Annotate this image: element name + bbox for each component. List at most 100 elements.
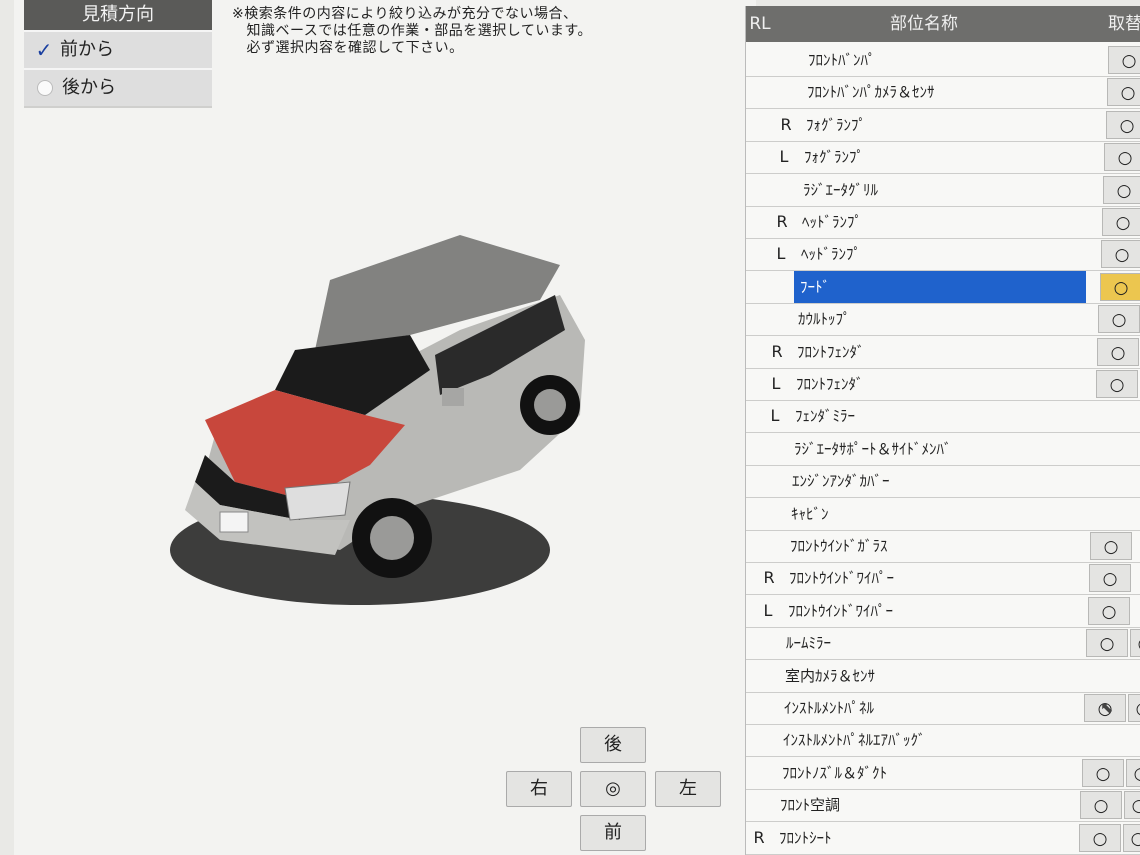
view-right-button[interactable]: 右 <box>506 771 572 807</box>
view-from-rear-option[interactable]: 後から <box>24 68 212 106</box>
table-row[interactable]: ﾌﾛﾝﾄｳｲﾝﾄﾞｶﾞﾗｽ ○ <box>746 530 1140 563</box>
table-row[interactable]: ｲﾝｽﾄﾙﾒﾝﾄﾊﾟﾈﾙｴｱﾊﾞｯｸﾞ <box>746 724 1140 758</box>
replace-mark-button[interactable]: ○ <box>1088 596 1130 625</box>
rl-cell <box>749 724 777 756</box>
part-name-cell: ｴﾝｼﾞﾝｱﾝﾀﾞｶﾊﾞｰ <box>792 472 890 491</box>
part-name-cell: ﾍｯﾄﾞﾗﾝﾌﾟ <box>801 245 862 264</box>
view-front-button[interactable]: 前 <box>580 815 646 851</box>
replace-mark-button[interactable]: ○ <box>1079 823 1121 852</box>
rl-cell <box>764 303 792 335</box>
table-row[interactable]: R ﾍｯﾄﾞﾗﾝﾌﾟ ○ <box>746 206 1140 239</box>
part-name-cell: ﾌﾛﾝﾄ空調 <box>780 796 841 815</box>
replace-mark-button[interactable]: ○ <box>1107 78 1140 107</box>
view-from-rear-label: 後から <box>62 77 116 98</box>
part-name-cell: ﾌｪﾝﾀﾞﾐﾗｰ <box>795 407 856 426</box>
part-name-cell: ﾌﾛﾝﾄﾉｽﾞﾙ＆ﾀﾞｸﾄ <box>782 763 888 782</box>
part-name-cell: ﾌﾛﾝﾄﾌｪﾝﾀﾞ <box>796 375 864 393</box>
table-row[interactable]: R ﾌｫｸﾞﾗﾝﾌﾟ ○ <box>746 109 1140 142</box>
replace-mark-button[interactable]: ○ <box>1108 46 1140 74</box>
mouse-cursor-icon: ⬉ <box>1100 698 1114 717</box>
secondary-mark-button[interactable]: ○ <box>1124 791 1140 820</box>
rl-cell <box>760 433 788 465</box>
replace-mark-button[interactable]: ○ <box>1100 272 1140 301</box>
secondary-mark-button[interactable]: ○ <box>1126 758 1140 787</box>
table-row[interactable]: ﾌﾛﾝﾄﾊﾞﾝﾊﾟ ○ <box>746 44 1140 77</box>
secondary-mark-button[interactable]: ○ <box>1123 823 1140 852</box>
replace-mark-button[interactable]: ○ <box>1102 208 1140 236</box>
table-row[interactable]: ｶｳﾙﾄｯﾌﾟ ○ <box>746 303 1140 337</box>
rl-cell <box>748 757 776 789</box>
table-row[interactable]: L ﾌｫｸﾞﾗﾝﾌﾟ ○ <box>746 141 1140 175</box>
rear-wheel-rim <box>534 389 566 421</box>
part-name-cell: ﾌｫｸﾞﾗﾝﾌﾟ <box>804 148 865 167</box>
rl-column-header: RL <box>749 14 771 34</box>
table-row[interactable]: R ﾌﾛﾝﾄﾌｪﾝﾀﾞ ○ <box>746 336 1140 369</box>
part-name-cell: ｶｳﾙﾄｯﾌﾟ <box>798 310 851 329</box>
table-row[interactable]: R ﾌﾛﾝﾄｼｰﾄ ○ ○ <box>746 822 1140 855</box>
headlamp <box>284 481 351 521</box>
table-row[interactable]: L ﾌｪﾝﾀﾞﾐﾗｰ <box>746 400 1140 434</box>
part-name-cell: ﾌｫｸﾞﾗﾝﾌﾟ <box>806 115 867 134</box>
replace-mark-button[interactable]: ○ <box>1086 629 1128 658</box>
table-row[interactable]: R ﾌﾛﾝﾄｳｲﾝﾄﾞﾜｲﾊﾟｰ ○ <box>746 562 1140 596</box>
view-rear-button[interactable]: 後 <box>580 727 646 763</box>
replace-mark-button[interactable]: ○ <box>1104 143 1140 172</box>
table-row[interactable]: ｲﾝｽﾄﾙﾒﾝﾄﾊﾟﾈﾙ○○ <box>746 692 1140 725</box>
table-row[interactable]: ﾙｰﾑﾐﾗｰ ○○ <box>746 627 1140 661</box>
view-from-front-option[interactable]: ✓ 前から <box>24 30 212 68</box>
part-name-column-header: 部位名称 <box>890 14 958 34</box>
replace-mark-button[interactable]: ○ <box>1098 305 1140 334</box>
table-row[interactable]: L ﾌﾛﾝﾄﾌｪﾝﾀﾞ ○ <box>746 368 1140 401</box>
table-row[interactable]: ﾌﾛﾝﾄ空調 ○ ○ <box>746 789 1140 823</box>
table-row[interactable]: L ﾍｯﾄﾞﾗﾝﾌﾟ ○ <box>746 238 1140 272</box>
rl-cell <box>746 789 774 821</box>
rl-cell: R <box>780 114 792 134</box>
secondary-mark-button[interactable]: ○ <box>1128 694 1140 722</box>
rl-cell: R <box>763 568 775 588</box>
replace-mark-button[interactable]: ○ <box>1090 532 1132 560</box>
part-name-cell: ｲﾝｽﾄﾙﾒﾝﾄﾊﾟﾈﾙ <box>784 699 875 717</box>
front-wheel-rim <box>370 516 414 560</box>
table-row[interactable]: ﾗｼﾞｴｰﾀｸﾞﾘﾙ ○ <box>746 174 1140 207</box>
rl-cell <box>766 271 794 303</box>
replace-mark-button[interactable]: ○ <box>1096 370 1138 398</box>
table-row[interactable]: ｷｬﾋﾞﾝ <box>746 498 1140 531</box>
view-center-button[interactable]: ◎ <box>580 771 646 807</box>
replace-mark-button[interactable]: ○ <box>1080 791 1122 820</box>
secondary-mark-button[interactable]: ○ <box>1130 629 1140 658</box>
rl-cell <box>750 692 778 724</box>
part-name-cell: 室内ｶﾒﾗ＆ｾﾝｻ <box>785 666 876 685</box>
car-3d-model[interactable] <box>160 220 620 640</box>
view-from-front-label: 前から <box>60 39 114 60</box>
replace-mark-button[interactable]: ○ <box>1106 110 1140 139</box>
radio-empty-icon <box>37 80 53 96</box>
rl-cell: L <box>776 244 786 264</box>
replace-mark-button[interactable]: ○ <box>1101 240 1140 269</box>
table-row[interactable]: ﾗｼﾞｴｰﾀｻﾎﾟｰﾄ＆ｻｲﾄﾞﾒﾝﾊﾞ <box>746 433 1140 466</box>
part-name-cell: ｷｬﾋﾞﾝ <box>791 504 829 523</box>
replace-mark-button[interactable]: ○ <box>1097 337 1139 366</box>
part-name-cell: ﾌﾛﾝﾄｳｲﾝﾄﾞﾜｲﾊﾟｰ <box>788 601 894 620</box>
rl-cell: L <box>770 406 780 426</box>
view-left-button[interactable]: 左 <box>655 771 721 807</box>
rl-cell: L <box>779 147 789 167</box>
table-row[interactable]: ﾌﾛﾝﾄﾊﾞﾝﾊﾟｶﾒﾗ＆ｾﾝｻ ○ <box>746 76 1140 110</box>
table-row[interactable]: 室内ｶﾒﾗ＆ｾﾝｻ <box>746 660 1140 693</box>
part-name-cell: ｲﾝｽﾄﾙﾒﾝﾄﾊﾟﾈﾙｴｱﾊﾞｯｸﾞ <box>783 731 926 750</box>
rl-cell: L <box>763 600 773 620</box>
replace-mark-button[interactable]: ○ <box>1103 175 1140 204</box>
part-name-cell: ﾌｰﾄﾞ <box>794 270 1086 303</box>
rl-cell <box>757 498 785 530</box>
table-row[interactable]: ﾌｰﾄﾞ ○ <box>746 270 1140 304</box>
replace-mark-button[interactable]: ○ <box>1082 758 1124 787</box>
table-row[interactable]: ﾌﾛﾝﾄﾉｽﾞﾙ＆ﾀﾞｸﾄ ○○ <box>746 757 1140 790</box>
part-name-cell: ﾗｼﾞｴｰﾀｸﾞﾘﾙ <box>803 180 879 199</box>
rl-cell: L <box>771 374 781 393</box>
rl-cell: R <box>753 827 765 847</box>
part-name-cell: ﾌﾛﾝﾄﾌｪﾝﾀﾞ <box>797 342 865 361</box>
table-row[interactable]: ｴﾝｼﾞﾝｱﾝﾀﾞｶﾊﾞｰ <box>746 465 1140 499</box>
rl-cell <box>769 174 797 206</box>
rl-cell: R <box>776 212 788 231</box>
table-row[interactable]: L ﾌﾛﾝﾄｳｲﾝﾄﾞﾜｲﾊﾟｰ ○ <box>746 595 1140 628</box>
replace-mark-button[interactable]: ○ <box>1089 564 1131 593</box>
